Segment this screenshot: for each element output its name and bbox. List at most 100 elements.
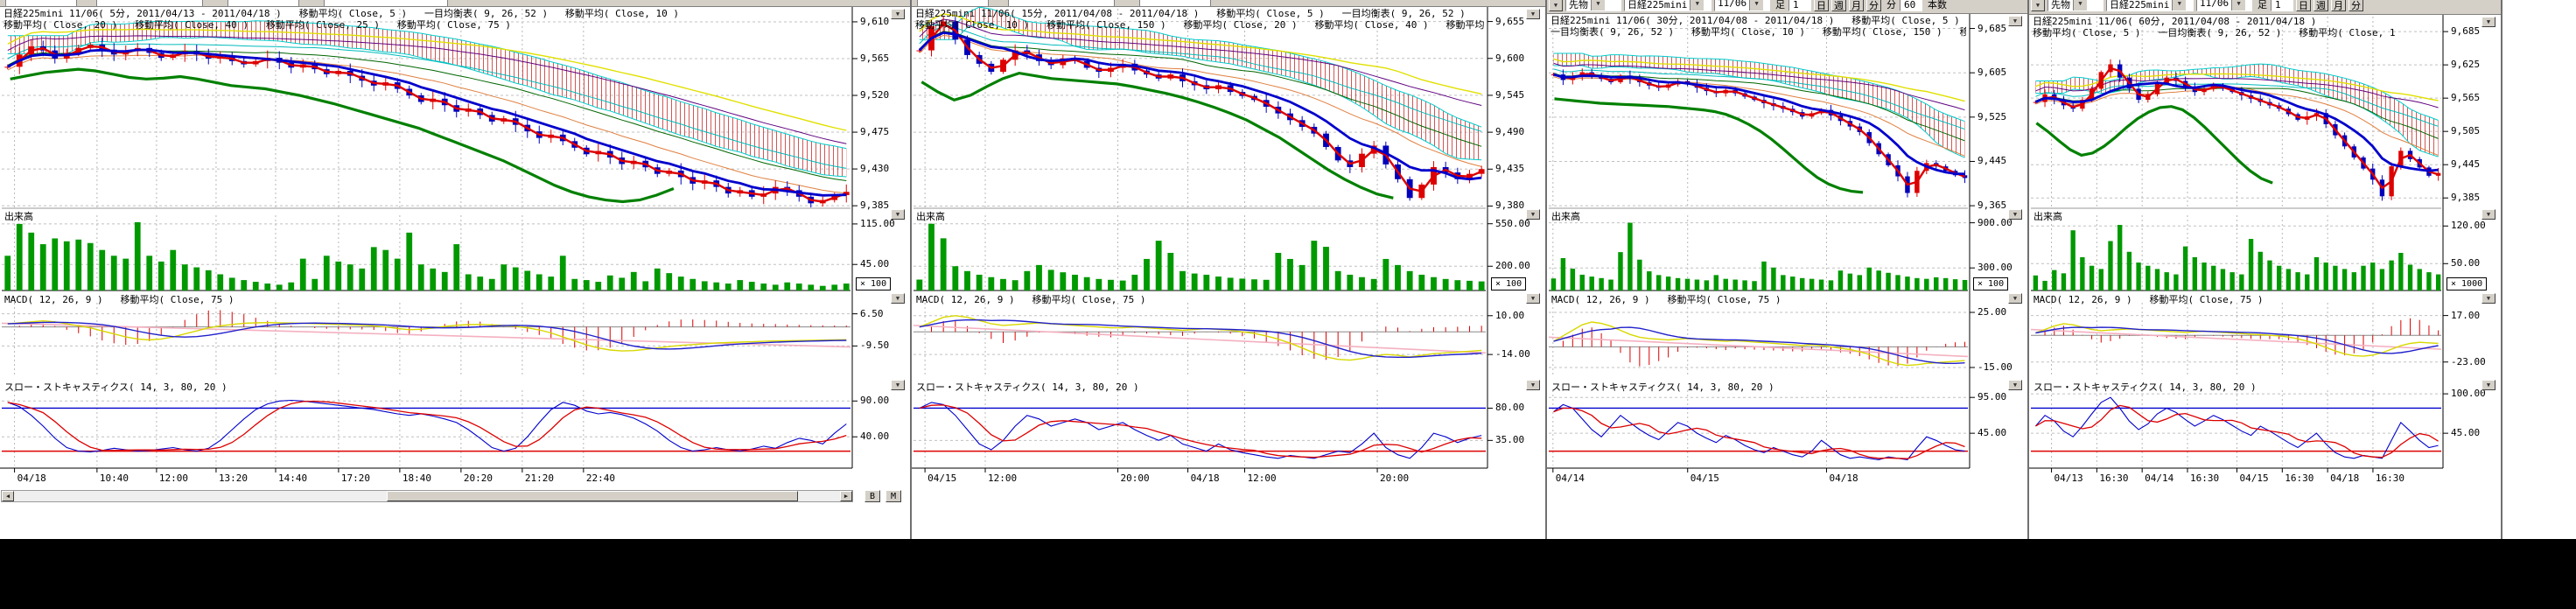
time-axis-label: 04/15: [928, 472, 956, 484]
stoch-axis-label: 35.00: [1495, 434, 1524, 445]
stoch-pane-label: スロー・ストキャスティクス( 14, 3, 80, 20 ): [1551, 380, 1774, 394]
price-axis-label: 9,365: [1978, 200, 2006, 211]
stoch-axis-label: 45.00: [1978, 427, 2006, 438]
axis-scale-button[interactable]: ▼: [2482, 293, 2496, 304]
time-axis-label: 16:30: [2376, 472, 2404, 484]
chart-subtitle: 移動平均( Close, 5 ) 一目均衡表( 9, 26, 52 ) 移動平均…: [2033, 27, 2440, 38]
macd-axis-label: -14.00: [1495, 348, 1530, 360]
stoch-pane-label: スロー・ストキャスティクス( 14, 3, 80, 20 ): [916, 380, 1139, 394]
chart-canvas: [2029, 0, 2501, 536]
axis-scale-button[interactable]: ▼: [891, 293, 905, 304]
volume-pane-label: 出来高: [1551, 209, 1580, 223]
volume-axis-label: 550.00: [1495, 218, 1530, 229]
horizontal-scrollbar[interactable]: ◀ ▶: [1, 490, 853, 502]
volume-pane-label: 出来高: [916, 209, 945, 223]
macd-pane-label: MACD( 12, 26, 9 ) 移動平均( Close, 75 ): [916, 292, 1146, 306]
axis-scale-button[interactable]: ▼: [2008, 16, 2022, 26]
chart-title: 日経225mini 11/06( 30分, 2011/04/08 - 2011/…: [1550, 15, 1966, 26]
time-axis-label: 10:40: [100, 472, 129, 484]
price-axis-label: 9,565: [2451, 92, 2480, 103]
scroll-thumb[interactable]: [387, 491, 798, 501]
axis-scale-button[interactable]: ▼: [891, 380, 905, 390]
macd-pane-label: MACD( 12, 26, 9 ) 移動平均( Close, 75 ): [1551, 292, 1782, 306]
price-axis-label: 9,610: [860, 16, 889, 27]
axis-scale-button[interactable]: ▼: [891, 209, 905, 220]
price-axis-label: 9,445: [1978, 155, 2006, 166]
axis-scale-button[interactable]: ▼: [2482, 17, 2496, 27]
price-axis-label: 9,430: [860, 163, 889, 174]
axis-scale-button[interactable]: ▼: [2008, 380, 2022, 390]
scroll-right-button[interactable]: ▶: [840, 491, 852, 501]
stoch-axis-label: 40.00: [860, 430, 889, 442]
time-axis-label: 16:30: [2285, 472, 2314, 484]
price-axis-label: 9,525: [1978, 111, 2006, 122]
chart-title: 日経225mini 11/06( 60分, 2011/04/08 - 2011/…: [2033, 16, 2440, 27]
volume-axis-label: 200.00: [1495, 260, 1530, 271]
chart-title: 日経225mini 11/06( 5分, 2011/04/13 - 2011/0…: [4, 8, 849, 19]
axis-scale-button[interactable]: ▼: [1526, 293, 1540, 304]
time-axis-label: 20:00: [1121, 472, 1150, 484]
volume-axis-label: 45.00: [860, 258, 889, 270]
stoch-axis-label: 95.00: [1978, 391, 2006, 402]
price-axis-label: 9,505: [2451, 125, 2480, 136]
price-axis-label: 9,605: [1978, 66, 2006, 78]
axis-scale-button[interactable]: ▼: [2482, 380, 2496, 390]
axis-scale-button[interactable]: ▼: [891, 9, 905, 19]
price-axis-label: 9,545: [1495, 89, 1524, 101]
time-axis-label: 04/14: [2145, 472, 2174, 484]
axis-scale-button[interactable]: ▼: [1526, 209, 1540, 220]
volume-axis-label: 120.00: [2451, 220, 2486, 231]
volume-axis-label: 50.00: [2451, 257, 2480, 269]
price-axis-label: 9,685: [1978, 23, 2006, 34]
macd-axis-label: -15.00: [1978, 361, 2012, 373]
chart-canvas: [912, 0, 1545, 536]
time-axis-label: 16:30: [2099, 472, 2128, 484]
chart-canvas: [0, 0, 910, 536]
macd-axis-label: -9.50: [860, 340, 889, 351]
stoch-pane-label: スロー・ストキャスティクス( 14, 3, 80, 20 ): [4, 380, 228, 394]
bottom-tool-button-m[interactable]: M: [886, 490, 901, 502]
chart-window-30min: ▼ 先物▼ 日経225mini▼ 11/06▼ 足 1 日 週 月 分 分 60…: [1547, 0, 2029, 539]
bottom-tool-button-b[interactable]: B: [864, 490, 880, 502]
price-axis-label: 9,385: [2451, 192, 2480, 203]
price-axis-label: 9,385: [860, 200, 889, 211]
volume-axis-label: 300.00: [1978, 262, 2012, 273]
time-axis-label: 04/18: [1191, 472, 1220, 484]
axis-scale-button[interactable]: ▼: [1526, 9, 1540, 19]
time-axis-label: 17:20: [341, 472, 370, 484]
price-axis-label: 9,445: [2451, 158, 2480, 170]
time-axis-label: 12:00: [1248, 472, 1277, 484]
volume-axis-label: 115.00: [860, 218, 895, 229]
price-axis-label: 9,380: [1495, 200, 1524, 211]
scroll-left-button[interactable]: ◀: [2, 491, 14, 501]
price-axis-label: 9,685: [2451, 25, 2480, 37]
price-axis-label: 9,625: [2451, 59, 2480, 70]
axis-scale-button[interactable]: ▼: [1526, 380, 1540, 390]
volume-pane-label: 出来高: [2034, 209, 2062, 223]
volume-pane-label: 出来高: [4, 209, 33, 223]
price-axis-label: 9,520: [860, 89, 889, 101]
price-axis-label: 9,435: [1495, 163, 1524, 174]
chart-subtitle: 移動平均( Close, 10 ) 移動平均( Close, 150 ) 移動平…: [915, 19, 1484, 31]
chart-window-60min: ▼ 先物▼ 日経225mini▼ 11/06▼ 足 1 日 週 月 分 日経22…: [2029, 0, 2502, 539]
stoch-axis-label: 45.00: [2451, 427, 2480, 438]
charting-workspace: 日経225mini 11/06( 5分, 2011/04/13 - 2011/0…: [0, 0, 2576, 539]
time-axis-label: 12:00: [159, 472, 188, 484]
volume-multiplier: × 100: [856, 277, 891, 290]
time-axis-label: 14:40: [278, 472, 307, 484]
price-axis-label: 9,565: [860, 52, 889, 64]
axis-scale-button[interactable]: ▼: [2482, 209, 2496, 220]
macd-pane-label: MACD( 12, 26, 9 ) 移動平均( Close, 75 ): [4, 292, 234, 306]
time-axis-label: 16:30: [2190, 472, 2219, 484]
time-axis-label: 13:20: [219, 472, 248, 484]
time-axis-label: 04/18: [18, 472, 46, 484]
axis-scale-button[interactable]: ▼: [2008, 209, 2022, 220]
chart-window-15min: 日経225mini 11/06( 15分, 2011/04/08 - 2011/…: [912, 0, 1547, 539]
time-axis-label: 12:00: [988, 472, 1017, 484]
time-axis-label: 04/13: [2054, 472, 2083, 484]
chart-canvas: [1547, 0, 2027, 536]
time-axis-label: 20:00: [1380, 472, 1409, 484]
volume-multiplier: × 100: [1973, 277, 2008, 290]
chart-subtitle: 移動平均( Close, 20 ) 移動平均( Close, 40 ) 移動平均…: [4, 19, 849, 31]
axis-scale-button[interactable]: ▼: [2008, 293, 2022, 304]
